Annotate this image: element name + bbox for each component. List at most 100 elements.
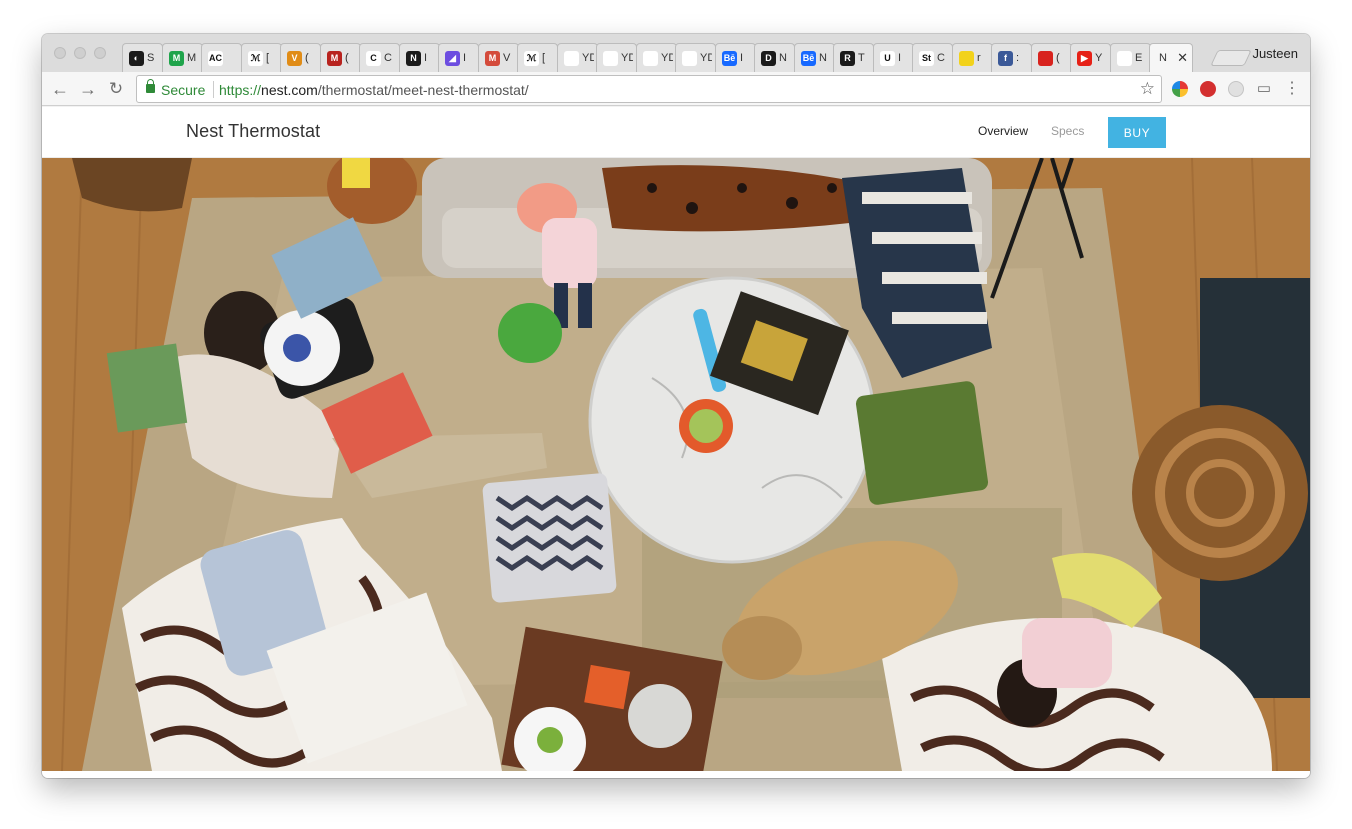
extension-badge-icon[interactable] <box>1200 81 1216 97</box>
browser-tab[interactable]: ◐ S <box>122 43 163 72</box>
tab-strip: ◐SMMACℳ[V(M(CCNI◢IMVℳ[YD [YD [YD TYD TBē… <box>42 34 1310 72</box>
m-logo-icon: M <box>326 50 342 66</box>
address-bar[interactable]: Secure https://nest.com/thermostat/meet-… <box>136 75 1162 103</box>
extension-color-icon[interactable] <box>1172 81 1188 97</box>
site-header: Nest Thermostat Overview Specs BUY <box>42 107 1310 158</box>
browser-tab[interactable]: YD [ <box>596 43 637 72</box>
browser-tab[interactable]: ◢ I <box>438 43 479 72</box>
zoom-window-button[interactable] <box>94 47 106 59</box>
browser-tab[interactable]: E <box>1109 43 1150 72</box>
tab-title: ( <box>1055 52 1060 64</box>
nav-overview[interactable]: Overview <box>978 124 1028 138</box>
wd-icon: ℳ <box>247 50 263 66</box>
d-logo-icon: D <box>761 50 776 66</box>
headphones-icon: ◐ <box>129 50 144 66</box>
browser-tab[interactable]: ▶ Y <box>1070 43 1111 72</box>
ac-icon: AC <box>208 50 223 66</box>
browser-tab[interactable]: AC <box>201 43 242 72</box>
lock-icon <box>146 79 155 93</box>
browser-tab[interactable]: MM <box>161 43 202 72</box>
web-page: Nest Thermostat Overview Specs BUY <box>42 107 1310 778</box>
url-scheme: https:// <box>219 82 262 98</box>
tab-title: V <box>502 52 510 64</box>
youtube-icon: ▶ <box>1077 50 1092 66</box>
secure-label: Secure <box>161 82 206 98</box>
browser-tab[interactable]: RT <box>833 43 874 72</box>
close-window-button[interactable] <box>54 47 66 59</box>
tab-title: I <box>463 52 467 64</box>
browser-tab[interactable]: ℳ[ <box>517 43 558 72</box>
tab-title: YD T <box>660 52 673 64</box>
extension-gray-icon[interactable] <box>1228 81 1244 97</box>
browser-tab[interactable]: f: <box>991 43 1032 72</box>
r-logo-icon: R <box>840 50 855 66</box>
tab-title: C <box>937 52 945 64</box>
browser-tab[interactable]: YD T <box>635 43 676 72</box>
tab-title: C <box>384 52 392 64</box>
e-icon <box>1116 50 1132 66</box>
browser-tab[interactable]: Bē N <box>793 43 834 72</box>
browser-tab[interactable]: NI <box>398 43 439 72</box>
tab-title: N <box>1159 52 1167 64</box>
browser-tab[interactable]: UI <box>872 43 913 72</box>
tab-title: ( <box>344 52 349 64</box>
profile-name[interactable]: Justeen <box>1252 46 1298 61</box>
active-browser-tab[interactable]: N ✕ <box>1149 43 1193 72</box>
tab-title: I <box>897 52 901 64</box>
minimize-window-button[interactable] <box>74 47 86 59</box>
browser-tab[interactable]: ( <box>1030 43 1071 72</box>
wd-icon: ℳ <box>524 50 539 66</box>
browser-tab[interactable]: YD [ <box>556 43 597 72</box>
buy-button[interactable]: BUY <box>1108 117 1166 148</box>
tab-title: S <box>147 52 155 64</box>
reload-icon[interactable]: ↻ <box>106 79 126 99</box>
browser-tab[interactable]: CC <box>359 43 400 72</box>
shield-icon: V <box>287 50 302 66</box>
gmail-icon: M <box>484 50 500 66</box>
tab-title: N <box>818 52 827 64</box>
url-host: nest.com <box>261 82 318 98</box>
browser-tab[interactable]: DN <box>754 43 795 72</box>
facebook-icon: f <box>998 50 1013 66</box>
behance-icon: Bē <box>800 50 816 66</box>
tab-title: [ <box>265 52 269 64</box>
browser-toolbar: ← → ↻ Secure https://nest.com/thermostat… <box>42 72 1310 106</box>
back-icon[interactable]: ← <box>50 79 70 99</box>
yd-icon <box>642 50 658 66</box>
st-icon: St <box>919 50 934 66</box>
menu-icon[interactable]: ⋮ <box>1282 79 1302 99</box>
tab-title: Y <box>1095 52 1103 64</box>
tab-title: ( <box>305 52 309 64</box>
flag-icon <box>1037 50 1053 66</box>
hero-image <box>42 158 1310 771</box>
url-path: /thermostat/meet-nest-thermostat/ <box>317 82 529 98</box>
tab-title: [ <box>542 52 546 64</box>
browser-tab[interactable]: St C <box>912 43 953 72</box>
tab-title: N <box>779 52 787 64</box>
url-text[interactable]: https://nest.com/thermostat/meet-nest-th… <box>219 82 529 98</box>
chart-icon: ◢ <box>445 50 460 66</box>
yd-icon <box>603 50 618 66</box>
tab-title: I <box>423 52 427 64</box>
forward-icon[interactable]: → <box>78 79 98 99</box>
browser-tab[interactable]: r <box>951 43 992 72</box>
browser-tab[interactable]: Bē I <box>714 43 755 72</box>
tab-title: r <box>976 52 981 64</box>
browser-tab[interactable]: M( <box>319 43 360 72</box>
browser-tab[interactable]: MV <box>477 43 518 72</box>
browser-tab[interactable]: V( <box>280 43 321 72</box>
tab-list: ◐SMMACℳ[V(M(CCNI◢IMVℳ[YD [YD [YD TYD TBē… <box>122 43 1193 72</box>
cast-icon[interactable]: ▭ <box>1254 79 1274 99</box>
browser-tab[interactable]: ℳ[ <box>240 43 281 72</box>
bookmark-star-icon[interactable]: ☆ <box>1140 79 1155 99</box>
new-tab-button[interactable] <box>1210 50 1252 66</box>
c-logo-icon: C <box>366 50 381 66</box>
nav-specs[interactable]: Specs <box>1051 124 1084 138</box>
tab-title: I <box>739 52 743 64</box>
site-brand[interactable]: Nest Thermostat <box>186 121 320 142</box>
tab-title: M <box>186 52 196 64</box>
browser-tab[interactable]: YD T <box>675 43 716 72</box>
yd-icon <box>682 50 697 66</box>
u-logo-icon: U <box>879 50 895 66</box>
close-tab-icon[interactable]: ✕ <box>1177 50 1188 66</box>
